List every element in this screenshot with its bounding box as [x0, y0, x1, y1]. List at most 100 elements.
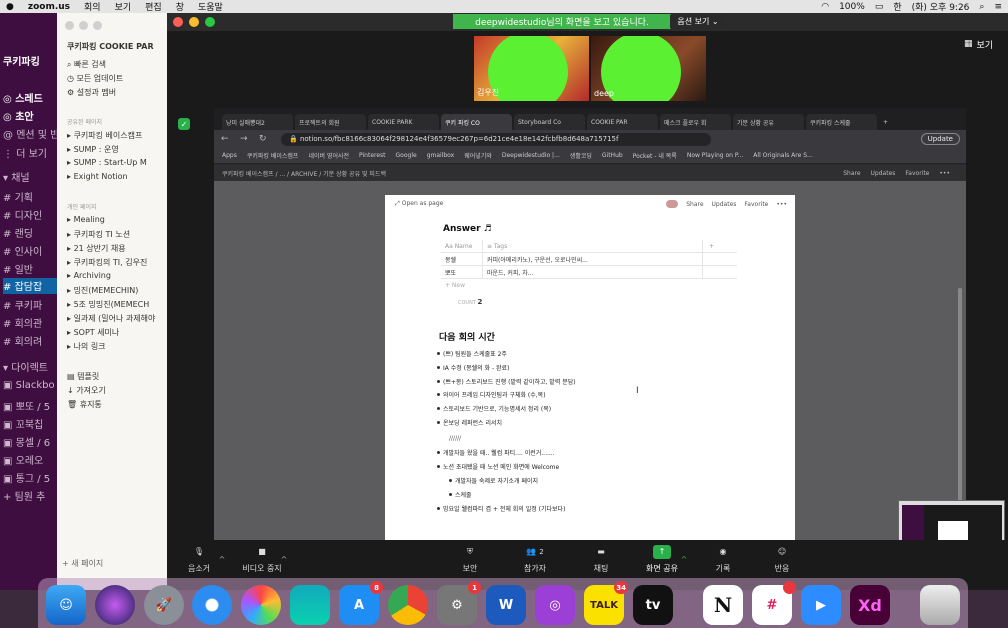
list-subitem[interactable]: 개발자들 숙제로 자기소개 페이지 — [448, 476, 538, 485]
browser-tab[interactable]: 메스크 플로우 회 — [660, 114, 731, 130]
bookmark[interactable]: 쿠키파킹 베이스캠프 — [247, 151, 299, 160]
table-cell[interactable]: 커피(아메리카노), 구운선, 오로나민씨... — [483, 253, 703, 265]
notion-more-button[interactable]: ••• — [939, 170, 950, 177]
chrome-icon[interactable] — [388, 585, 428, 625]
column-header-tags[interactable]: ≡ Tags — [483, 240, 703, 252]
apple-icon[interactable]: ● — [6, 2, 14, 12]
slack-dm[interactable]: ▣ 뽀또 / 5 — [3, 398, 50, 413]
list-item[interactable]: 노션 초대됐을 때 노션 메인 화면에 Welcome — [436, 462, 559, 471]
notion-page[interactable]: ▸ 5조 밍밍진(MEMECH — [67, 299, 149, 310]
table-row[interactable]: 뽀또 마운드, 커피, 차... — [441, 266, 737, 279]
notion-import[interactable]: ↓ 가져오기 — [67, 385, 106, 396]
menu-meeting[interactable]: 회의 — [84, 0, 101, 13]
page-favorite-button[interactable]: Favorite — [744, 201, 768, 208]
bookmark[interactable]: Pinterest — [359, 152, 386, 159]
reactions-button[interactable]: ☺ 반응 — [752, 540, 812, 578]
slack-row-more[interactable]: ⋮ 더 보기 — [3, 145, 47, 160]
list-item[interactable]: 스토리보드 기반으로, 기능명세서 정리 (목) — [436, 404, 551, 413]
new-tab-icon[interactable]: + — [879, 114, 893, 130]
table-cell[interactable]: 마운드, 커피, 차... — [483, 266, 703, 278]
slack-channel-selected[interactable]: # 잡담잡 — [3, 278, 60, 294]
slack-section-channels[interactable]: ▾ 채널 — [3, 169, 30, 184]
safari-icon[interactable] — [192, 585, 232, 625]
close-window-button[interactable] — [173, 17, 183, 27]
notion-page[interactable]: ▸ SUMP : Start-Up M — [67, 158, 147, 167]
browser-tab[interactable]: 쿠키파킹 스케줄 — [806, 114, 877, 130]
slack-dm[interactable]: ▣ Slackbo — [3, 380, 55, 391]
adobe-xd-icon[interactable]: Xd — [850, 585, 890, 625]
menu-window[interactable]: 창 — [176, 0, 184, 13]
apple-tv-icon[interactable]: tv — [633, 585, 673, 625]
finder-icon[interactable]: ☺ — [46, 585, 86, 625]
notion-workspace[interactable]: 쿠키파킹 COOKIE PAR — [67, 41, 154, 52]
whale-browser-icon[interactable] — [290, 585, 330, 625]
notion-page[interactable]: ▸ Archiving — [67, 271, 111, 280]
wifi-icon[interactable]: ◠ — [821, 2, 829, 12]
photos-icon[interactable] — [241, 585, 281, 625]
chat-button[interactable]: ▬ 채팅 — [571, 540, 631, 578]
browser-tab[interactable]: 기분 상황 공유 — [733, 114, 804, 130]
minimize-window-button[interactable] — [189, 17, 199, 27]
notion-trash[interactable]: 🗑 휴지통 — [67, 399, 102, 410]
slack-channel[interactable]: # 회의려 — [3, 333, 42, 348]
notion-templates[interactable]: ▤ 템플릿 — [67, 371, 99, 382]
slack-dm[interactable]: ▣ 오레오 — [3, 452, 43, 467]
bookmark[interactable]: GitHub — [602, 152, 623, 159]
bookmark[interactable]: All Originals Are S... — [753, 152, 812, 159]
bookmark[interactable]: 생활코딩 — [570, 151, 592, 160]
list-subitem[interactable]: 스케줄 — [449, 490, 472, 499]
notion-page[interactable]: ▸ Mealing — [67, 215, 105, 224]
url-input[interactable]: 🔒 notion.so/fbc8166c83064f298124e4f36579… — [281, 132, 711, 146]
slack-add-member[interactable]: + 팀원 추 — [3, 488, 45, 503]
bookmark[interactable]: Apps — [222, 152, 237, 159]
browser-update-button[interactable]: Update — [920, 133, 960, 145]
notion-share-button[interactable]: Share — [843, 170, 860, 177]
table-cell[interactable]: 몽쉘 — [441, 253, 483, 265]
page-share-button[interactable]: Share — [686, 201, 703, 208]
keyboard-icon[interactable]: 한 — [893, 0, 901, 13]
record-button[interactable]: ◉ 기록 — [693, 540, 753, 578]
browser-tab-active[interactable]: 쿠키 파킹 CO — [441, 114, 512, 130]
siri-icon[interactable] — [95, 585, 135, 625]
notion-favorite-button[interactable]: Favorite — [905, 170, 929, 177]
forward-icon[interactable]: → — [240, 134, 252, 144]
kakaotalk-icon[interactable]: TALK 34 — [584, 581, 628, 625]
slack-channel[interactable]: # 랜딩 — [3, 225, 33, 240]
control-center-icon[interactable]: ≡ — [994, 2, 1002, 12]
menu-edit[interactable]: 편집 — [145, 0, 162, 13]
notion-page[interactable]: ▸ 쿠키파킹 TI 노션 — [67, 229, 130, 240]
table-row[interactable]: 몽쉘 커피(아메리카노), 구운선, 오로나민씨... — [441, 253, 737, 266]
notion-updates-button[interactable]: Updates — [871, 170, 896, 177]
podcasts-icon[interactable]: ◎ — [535, 585, 575, 625]
list-item[interactable]: 개발자들 왔을 때.. 웰컴 파티.... 이런거....... — [437, 448, 555, 457]
participants-button[interactable]: 👥 2 참가자 — [505, 540, 565, 578]
slack-channel[interactable]: # 기획 — [3, 189, 33, 204]
notion-page[interactable]: ▸ SUMP : 운영 — [67, 144, 119, 155]
notion-page[interactable]: ▸ 일과제 (밀어나 과제해야 — [67, 313, 155, 324]
slack-channel[interactable]: # 쿠키파 — [3, 297, 42, 312]
browser-tab[interactable]: 프로젝트의 회원 — [295, 114, 366, 130]
system-preferences-icon[interactable]: ⚙ 1 — [437, 581, 481, 625]
slack-row-mentions[interactable]: @ 멘션 및 반 — [3, 126, 59, 141]
bookmark[interactable]: Now Playing on P... — [687, 152, 743, 159]
slack-row-drafts[interactable]: ◎ 초안 — [3, 108, 34, 123]
list-item[interactable]: IA 수정 (몽쉘의 화 - 완료) — [436, 363, 509, 372]
notion-page[interactable]: ▸ 밍진(MEMECHIN) — [67, 285, 138, 296]
list-item[interactable]: 밍요일 웰컴파티 겸 + 전체 회의 일정 (기다보다) — [436, 504, 565, 513]
list-item[interactable]: (쁘+몽) 스토리보드 진행 (맡력 같이하고, 맡력 분담) — [437, 377, 576, 386]
bookmark[interactable]: Pocket - 내 목록 — [633, 151, 677, 160]
slack-channel[interactable]: # 일반 — [3, 261, 33, 276]
trash-icon[interactable] — [920, 585, 960, 625]
bookmark[interactable]: Deepwidestudio |... — [502, 152, 560, 159]
menu-help[interactable]: 도움말 — [198, 0, 223, 13]
slack-workspace-name[interactable]: 쿠키파킹 — [3, 53, 40, 68]
search-icon[interactable]: ⌕ — [979, 2, 984, 12]
video-options-chevron-icon[interactable]: ^ — [277, 540, 291, 578]
clock[interactable]: (화) 오후 9:26 — [912, 0, 970, 13]
security-button[interactable]: ⛨ 보안 — [440, 540, 500, 578]
menu-view[interactable]: 보기 — [115, 0, 132, 13]
table-cell[interactable]: 뽀또 — [441, 266, 483, 278]
slack-dm[interactable]: ▣ 통그 / 5 — [3, 470, 50, 485]
list-item[interactable]: 와이어 프레임 디자인팀과 구체화 (수,목) — [437, 390, 546, 399]
zoom-window-button[interactable] — [205, 17, 215, 27]
